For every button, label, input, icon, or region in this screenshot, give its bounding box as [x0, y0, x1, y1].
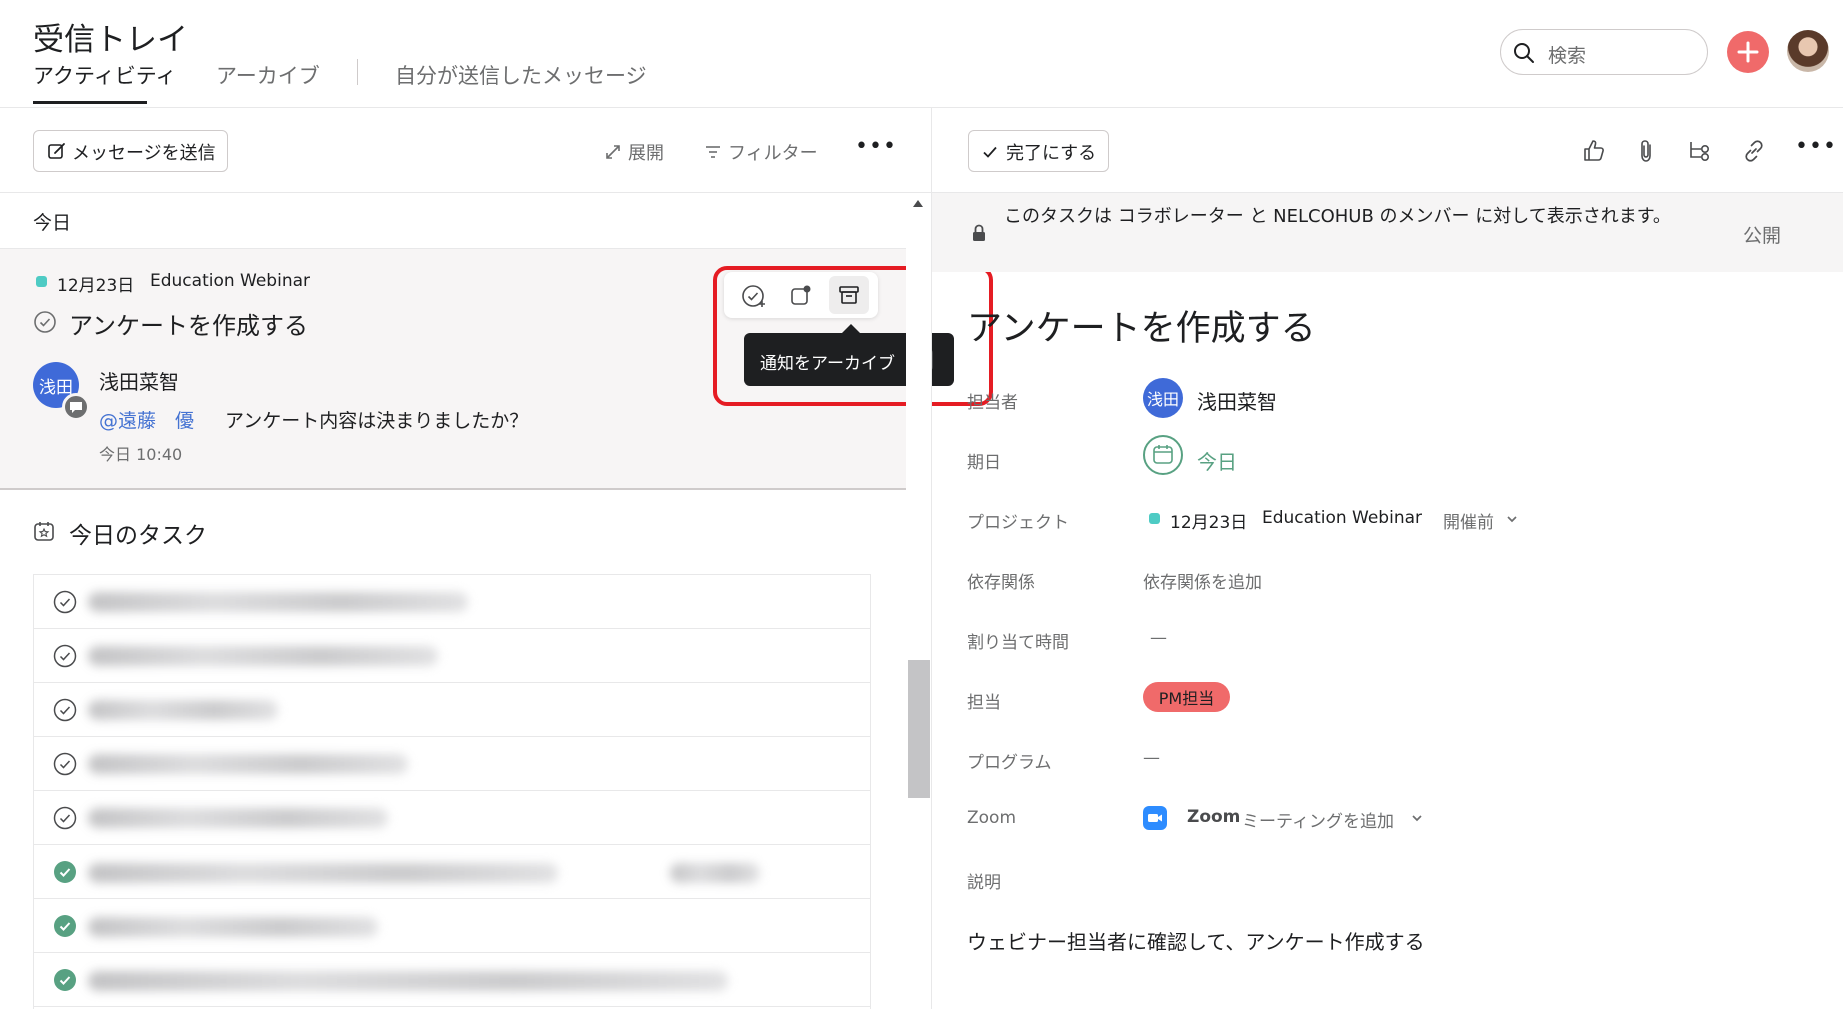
annotation-highlight-box	[713, 266, 993, 406]
user-avatar[interactable]	[1787, 30, 1829, 72]
section-today: 今日	[33, 212, 72, 234]
assignee-avatar: 浅田	[1143, 378, 1183, 418]
notification-task-title[interactable]: アンケートを作成する	[69, 306, 308, 341]
task-completed-icon[interactable]	[54, 861, 76, 883]
blurred-task-name	[88, 863, 558, 883]
add-dependency-button[interactable]: 依存関係を追加	[1143, 568, 1262, 593]
scrollbar[interactable]	[906, 193, 931, 1009]
blurred-task-name	[88, 646, 438, 666]
add-button[interactable]	[1727, 31, 1769, 73]
plus-icon	[1737, 41, 1759, 63]
add-zoom-meeting-button[interactable]: ミーティングを追加	[1242, 807, 1394, 832]
task-completed-icon[interactable]	[54, 969, 76, 991]
privacy-text: このタスクは コラボレーター と NELCOHUB のメンバー に対して表示され…	[1004, 206, 1671, 227]
chevron-down-icon[interactable]	[1505, 512, 1519, 526]
tab-sent-messages[interactable]: 自分が送信したメッセージ	[395, 60, 647, 90]
task-description[interactable]: ウェビナー担当者に確認して、アンケート作成する	[967, 926, 1425, 955]
estimated-time-label: 割り当て時間	[967, 633, 1069, 653]
task-check-icon[interactable]	[33, 310, 57, 334]
subtask-icon[interactable]	[1687, 139, 1713, 163]
task-check-icon[interactable]	[53, 752, 77, 776]
blurred-task-meta	[670, 863, 760, 883]
description-label: 説明	[967, 873, 1001, 893]
due-date-value[interactable]: 今日	[1197, 446, 1237, 475]
comment-icon	[62, 393, 90, 421]
todays-tasks-title: 今日のタスク	[69, 523, 207, 549]
filter-icon	[705, 144, 721, 160]
search-placeholder: 検索	[1548, 45, 1587, 67]
blurred-task-name	[88, 808, 388, 828]
chevron-down-icon[interactable]	[1410, 811, 1424, 825]
expand-button[interactable]: 展開	[628, 139, 664, 165]
due-date-label: 期日	[967, 453, 1001, 473]
like-icon[interactable]	[1581, 138, 1607, 164]
notification-date: 12月23日	[57, 276, 135, 296]
attachment-icon[interactable]	[1635, 137, 1657, 165]
make-public-button[interactable]: 公開	[1743, 221, 1781, 248]
owner-badge[interactable]: PM担当	[1143, 682, 1230, 712]
compose-icon	[47, 141, 67, 161]
tab-activity[interactable]: アクティビティ	[33, 60, 176, 90]
dependencies-label: 依存関係	[967, 573, 1035, 593]
notification-project[interactable]: Education Webinar	[150, 271, 310, 291]
task-check-icon[interactable]	[53, 806, 77, 830]
task-check-icon[interactable]	[53, 644, 77, 668]
zoom-label: Zoom	[967, 808, 1017, 828]
mention-link[interactable]: @遠藤 優	[99, 406, 194, 433]
search-icon	[1512, 41, 1536, 65]
project-name[interactable]: Education Webinar	[1262, 508, 1422, 528]
link-icon[interactable]	[1741, 138, 1767, 164]
project-label: プロジェクト	[967, 513, 1069, 533]
task-more-options-button[interactable]: •••	[1795, 134, 1837, 159]
blurred-task-name	[88, 971, 728, 991]
estimated-time-value[interactable]: —	[1150, 628, 1167, 648]
lock-icon	[970, 223, 988, 243]
active-tab-indicator	[33, 101, 147, 104]
task-title[interactable]: アンケートを作成する	[967, 300, 1316, 351]
blurred-task-name	[88, 592, 468, 612]
page-title: 受信トレイ	[33, 22, 188, 58]
project-color-dot	[1149, 513, 1160, 524]
project-color-dot	[36, 276, 47, 287]
mark-complete-label: 完了にする	[1006, 143, 1097, 164]
blurred-task-name	[88, 917, 378, 937]
filter-button[interactable]: フィルター	[728, 139, 818, 165]
program-value[interactable]: —	[1143, 748, 1160, 768]
calendar-star-icon	[33, 520, 55, 542]
comment-timestamp: 今日 10:40	[99, 445, 183, 464]
left-toolbar-divider	[0, 192, 931, 193]
program-label: プログラム	[967, 753, 1052, 773]
send-message-label: メッセージを送信	[72, 143, 216, 164]
project-section[interactable]: 開催前	[1443, 508, 1494, 533]
due-date-icon[interactable]	[1143, 435, 1183, 475]
blurred-task-name	[88, 754, 408, 774]
task-check-icon[interactable]	[53, 698, 77, 722]
more-options-button[interactable]: •••	[855, 134, 897, 159]
card-divider	[0, 488, 906, 490]
owner-label: 担当	[967, 693, 1001, 713]
tab-divider	[357, 59, 358, 85]
comment-text: アンケート内容は決まりましたか？	[225, 410, 529, 432]
author-name: 浅田菜智	[99, 370, 179, 394]
blurred-task-name	[88, 700, 278, 720]
zoom-brand[interactable]: Zoom	[1187, 807, 1240, 827]
header-divider	[0, 107, 1843, 108]
task-check-icon[interactable]	[53, 590, 77, 614]
task-completed-icon[interactable]	[54, 915, 76, 937]
assignee-name[interactable]: 浅田菜智	[1197, 386, 1277, 415]
scrollbar-thumb[interactable]	[908, 660, 930, 798]
zoom-icon	[1143, 806, 1167, 830]
check-icon	[981, 143, 999, 161]
assignee-label: 担当者	[967, 393, 1018, 413]
project-date: 12月23日	[1170, 513, 1248, 533]
scroll-up-arrow[interactable]	[913, 200, 923, 207]
expand-icon	[604, 143, 622, 161]
tab-archive[interactable]: アーカイブ	[216, 60, 320, 90]
